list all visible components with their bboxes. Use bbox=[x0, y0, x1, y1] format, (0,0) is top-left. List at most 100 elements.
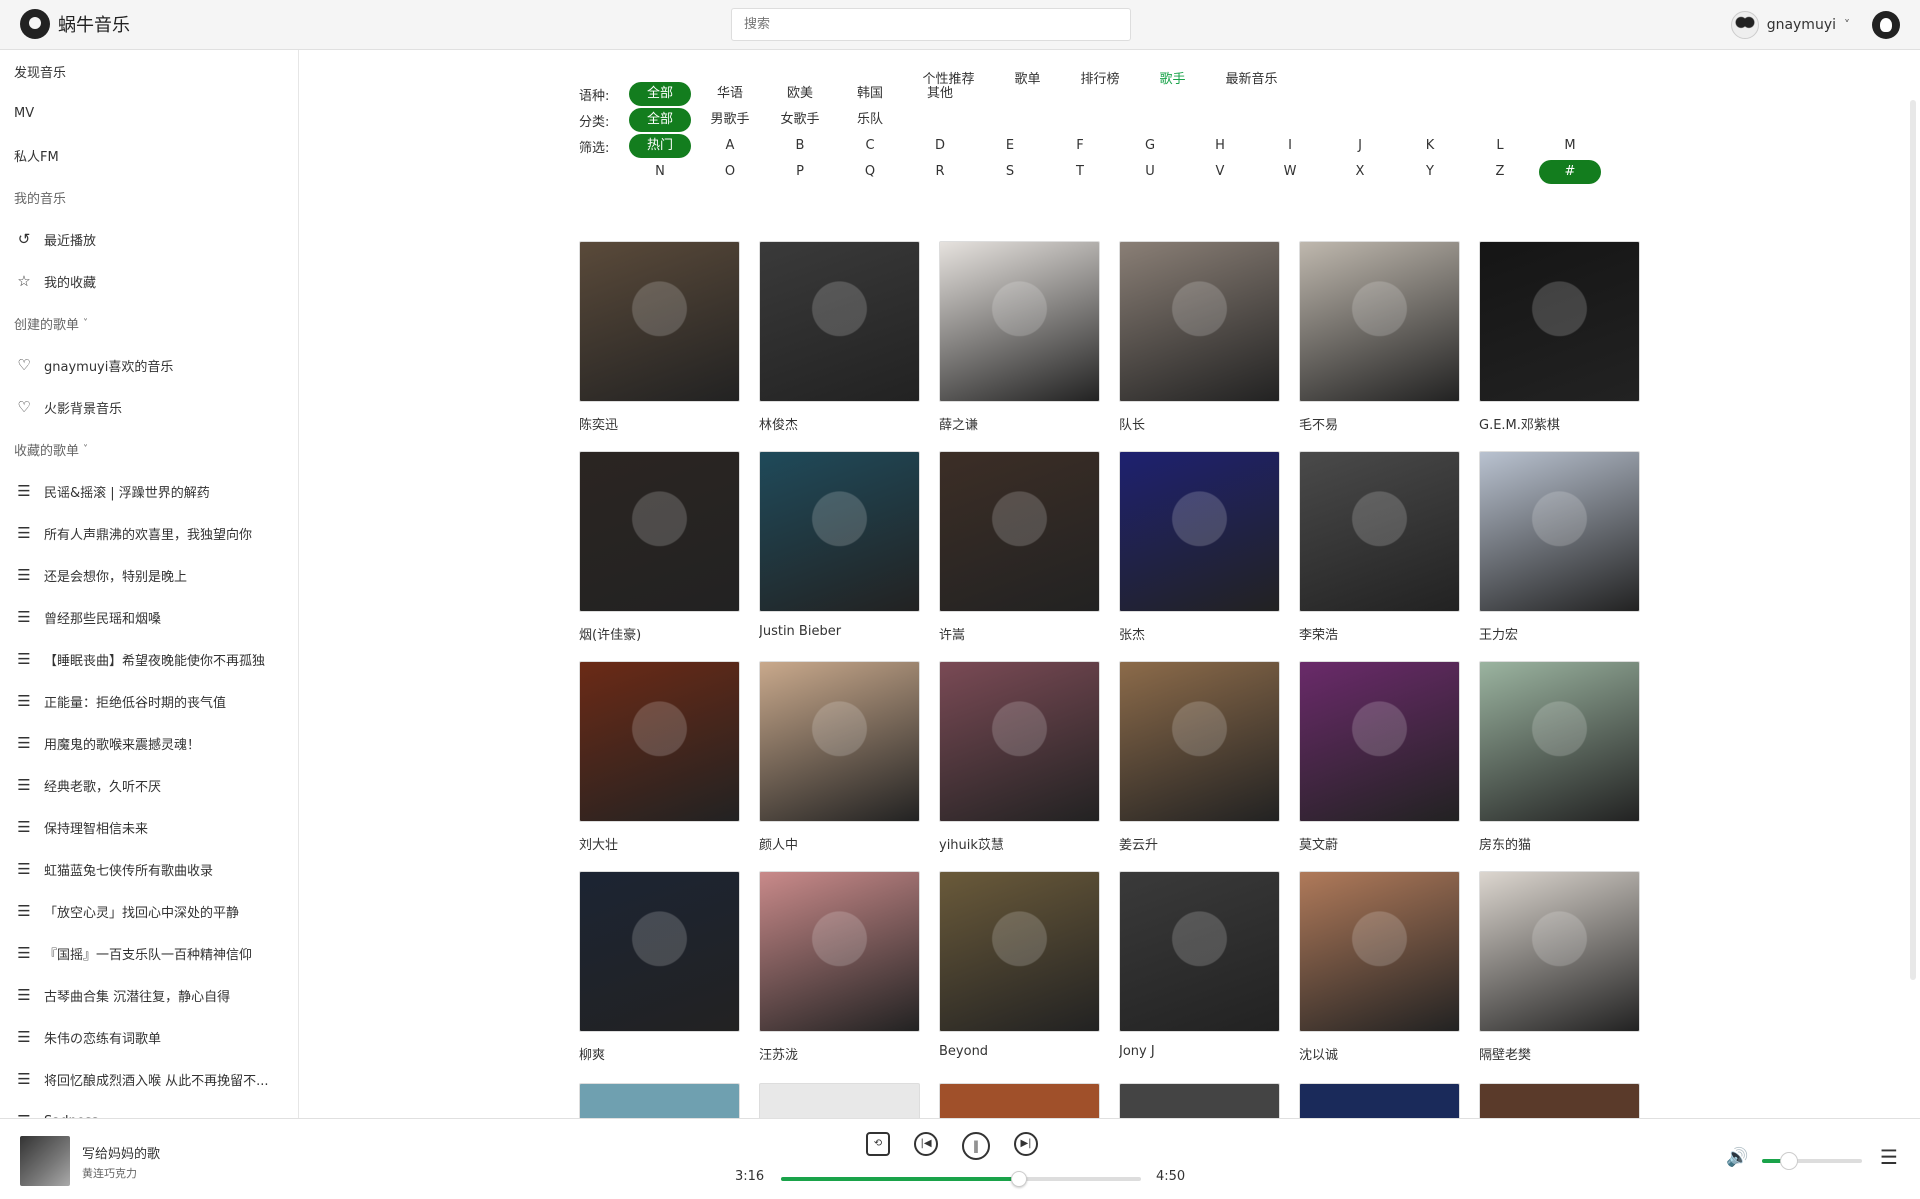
artist-card[interactable]: 柳爽 bbox=[579, 871, 740, 1081]
loop-icon[interactable]: ⟲ bbox=[866, 1132, 890, 1156]
artist-photo[interactable] bbox=[939, 241, 1100, 402]
now-playing-artist[interactable]: 黄连巧克力 bbox=[82, 1165, 137, 1181]
artist-card[interactable]: 林俊杰 bbox=[759, 241, 920, 451]
filter-chip[interactable]: 华语 bbox=[699, 82, 761, 106]
scrollbar[interactable] bbox=[1910, 100, 1916, 980]
artist-name[interactable]: 王力宏 bbox=[1479, 624, 1640, 643]
letter-chip[interactable]: D bbox=[909, 134, 971, 158]
now-playing-cover[interactable] bbox=[20, 1136, 70, 1186]
artist-photo[interactable] bbox=[939, 451, 1100, 612]
letter-chip[interactable]: Z bbox=[1469, 160, 1531, 184]
sidebar-item[interactable]: 私人FM bbox=[0, 134, 298, 176]
artist-card[interactable]: yihuik苡慧 bbox=[939, 661, 1100, 871]
filter-chip[interactable]: 其他 bbox=[909, 82, 971, 106]
artist-photo[interactable] bbox=[579, 241, 740, 402]
artist-name[interactable]: 姜云升 bbox=[1119, 834, 1280, 853]
artist-name[interactable]: 毛不易 bbox=[1299, 414, 1460, 433]
artist-card[interactable]: 张杰 bbox=[1119, 451, 1280, 661]
playlist-queue-icon[interactable]: ☰ bbox=[1880, 1145, 1898, 1169]
app-logo[interactable]: 蜗牛音乐 bbox=[20, 9, 130, 39]
artist-name[interactable]: 柳爽 bbox=[579, 1044, 740, 1063]
letter-chip[interactable]: C bbox=[839, 134, 901, 158]
artist-photo[interactable] bbox=[1479, 661, 1640, 822]
artist-photo[interactable] bbox=[1119, 1083, 1280, 1118]
chevron-down-icon[interactable]: ˅ bbox=[83, 318, 88, 329]
letter-chip[interactable]: A bbox=[699, 134, 761, 158]
artist-name[interactable]: yihuik苡慧 bbox=[939, 834, 1100, 853]
artist-photo[interactable] bbox=[1299, 241, 1460, 402]
artist-card[interactable]: 刘大壮 bbox=[579, 661, 740, 871]
artist-card[interactable]: Beyond bbox=[939, 871, 1100, 1081]
sidebar-item[interactable]: ☰ 曾经那些民瑶和烟嗓 bbox=[0, 596, 298, 638]
search-input[interactable] bbox=[731, 8, 1131, 41]
chevron-down-icon[interactable]: ˅ bbox=[1844, 18, 1850, 32]
sidebar-item[interactable]: ☰ 「放空心灵」找回心中深处的平静 bbox=[0, 890, 298, 932]
artist-name[interactable]: 刘大壮 bbox=[579, 834, 740, 853]
artist-card[interactable]: 姜云升 bbox=[1119, 661, 1280, 871]
artist-photo[interactable] bbox=[759, 871, 920, 1032]
sidebar-item[interactable]: ☰ 用魔鬼的歌喉来震撼灵魂！ bbox=[0, 722, 298, 764]
sidebar-item[interactable]: ☰ 民谣&摇滚 | 浮躁世界的解药 bbox=[0, 470, 298, 512]
letter-chip[interactable]: E bbox=[979, 134, 1041, 158]
chevron-down-icon[interactable]: ˅ bbox=[83, 444, 88, 455]
filter-chip[interactable]: 全部 bbox=[629, 82, 691, 106]
sidebar-item[interactable]: ☰ 还是会想你，特别是晚上 bbox=[0, 554, 298, 596]
artist-card[interactable]: 烟(许佳豪) bbox=[579, 451, 740, 661]
letter-chip[interactable]: R bbox=[909, 160, 971, 184]
tab-1[interactable]: 歌单 bbox=[1014, 64, 1040, 91]
sidebar-item[interactable]: ↺ 最近播放 bbox=[0, 218, 298, 260]
letter-chip[interactable]: U bbox=[1119, 160, 1181, 184]
artist-photo[interactable] bbox=[1299, 1083, 1460, 1118]
sidebar-item[interactable]: ☰Sadness bbox=[0, 1100, 298, 1118]
letter-chip[interactable]: O bbox=[699, 160, 761, 184]
letter-chip[interactable]: W bbox=[1259, 160, 1321, 184]
artist-name[interactable]: 莫文蔚 bbox=[1299, 834, 1460, 853]
artist-card[interactable]: 莫文蔚 bbox=[1299, 661, 1460, 871]
filter-chip[interactable]: 男歌手 bbox=[699, 108, 761, 132]
letter-chip[interactable]: L bbox=[1469, 134, 1531, 158]
artist-name[interactable]: 沈以诚 bbox=[1299, 1044, 1460, 1063]
volume-icon[interactable]: 🔊 bbox=[1726, 1147, 1748, 1168]
sidebar-item[interactable]: ♡ gnaymuyi喜欢的音乐 bbox=[0, 344, 298, 386]
user-name[interactable]: gnaymuyi bbox=[1767, 17, 1836, 33]
sidebar-item[interactable]: ☰ 所有人声鼎沸的欢喜里，我独望向你 bbox=[0, 512, 298, 554]
sidebar-item[interactable]: ☰ 『国摇』一百支乐队一百种精神信仰 bbox=[0, 932, 298, 974]
filter-chip[interactable]: 欧美 bbox=[769, 82, 831, 106]
artist-photo[interactable] bbox=[1119, 871, 1280, 1032]
previous-icon[interactable]: |◀ bbox=[914, 1132, 938, 1156]
avatar[interactable] bbox=[1730, 11, 1759, 39]
letter-chip[interactable]: I bbox=[1259, 134, 1321, 158]
sidebar-item[interactable]: MV bbox=[0, 92, 298, 134]
sidebar-item[interactable]: ☰ 正能量：拒绝低谷时期的丧气值 bbox=[0, 680, 298, 722]
artist-photo[interactable] bbox=[1299, 661, 1460, 822]
artist-name[interactable]: 林俊杰 bbox=[759, 414, 920, 433]
sidebar-item[interactable]: ♡ 火影背景音乐 bbox=[0, 386, 298, 428]
letter-chip[interactable]: K bbox=[1399, 134, 1461, 158]
artist-card[interactable]: Jony J bbox=[1119, 871, 1280, 1081]
artist-photo[interactable] bbox=[1479, 241, 1640, 402]
volume-handle[interactable] bbox=[1780, 1152, 1798, 1170]
artist-name[interactable]: 张杰 bbox=[1119, 624, 1280, 643]
progress-bar[interactable] bbox=[781, 1171, 1141, 1187]
sidebar-section[interactable]: 创建的歌单 ˅ bbox=[0, 302, 298, 344]
github-icon[interactable] bbox=[1872, 11, 1900, 39]
letter-chip[interactable]: # bbox=[1539, 160, 1601, 184]
filter-chip[interactable]: 女歌手 bbox=[769, 108, 831, 132]
artist-card[interactable]: 汪苏泷 bbox=[759, 871, 920, 1081]
artist-name[interactable]: Jony J bbox=[1119, 1044, 1280, 1059]
artist-card[interactable]: 颜人中 bbox=[759, 661, 920, 871]
artist-card[interactable]: 李荣浩 bbox=[1299, 451, 1460, 661]
volume-slider[interactable] bbox=[1762, 1152, 1862, 1170]
artist-photo[interactable] bbox=[759, 241, 920, 402]
artist-photo[interactable] bbox=[1299, 451, 1460, 612]
artist-photo[interactable] bbox=[759, 661, 920, 822]
filter-chip-hot[interactable]: 热门 bbox=[629, 134, 691, 158]
artist-card[interactable]: 薛之谦 bbox=[939, 241, 1100, 451]
artist-photo[interactable] bbox=[1479, 1083, 1640, 1118]
letter-chip[interactable]: B bbox=[769, 134, 831, 158]
artist-photo[interactable] bbox=[579, 661, 740, 822]
artist-name[interactable]: 房东的猫 bbox=[1479, 834, 1640, 853]
tab-3[interactable]: 歌手 bbox=[1160, 64, 1186, 91]
artist-name[interactable]: 烟(许佳豪) bbox=[579, 624, 740, 643]
tab-4[interactable]: 最新音乐 bbox=[1226, 64, 1278, 91]
